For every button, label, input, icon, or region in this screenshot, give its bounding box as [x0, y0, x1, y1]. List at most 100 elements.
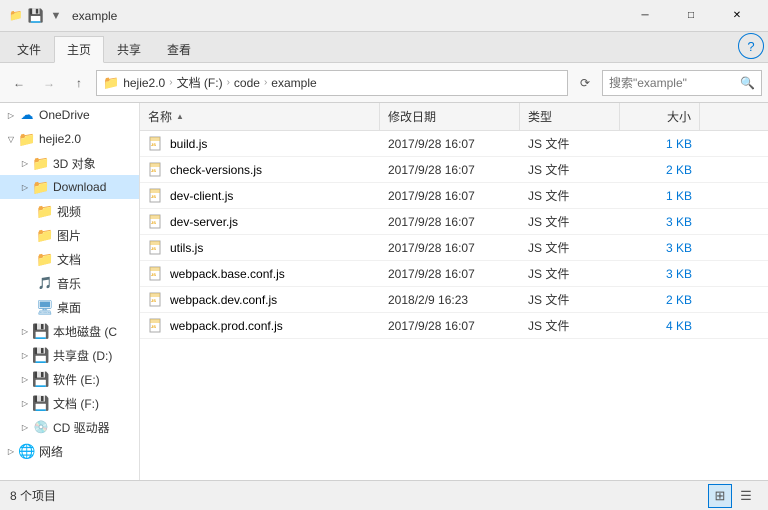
tab-view[interactable]: 查看: [154, 36, 204, 62]
filename-0: build.js: [170, 137, 207, 151]
shared-icon: 💾: [32, 346, 50, 364]
sidebar-label-localc: 本地磁盘 (C: [53, 323, 117, 340]
minimize-button[interactable]: ─: [622, 0, 668, 32]
sidebar-item-docsf[interactable]: ▷ 💾 文档 (F:): [0, 391, 139, 415]
address-part-docs[interactable]: 文档 (F:): [177, 74, 223, 91]
svg-text:JS: JS: [151, 298, 156, 303]
table-row[interactable]: JS webpack.prod.conf.js 2017/9/28 16:07 …: [140, 313, 768, 339]
table-row[interactable]: JS webpack.dev.conf.js 2018/2/9 16:23 JS…: [140, 287, 768, 313]
col-header-type[interactable]: 类型: [520, 103, 620, 130]
sidebar-label-shared: 共享盘 (D:): [53, 347, 112, 364]
sidebar-label-onedrive: OneDrive: [39, 108, 90, 122]
ribbon-tabs: 文件 主页 共享 查看 ?: [0, 32, 768, 62]
sidebar-item-music[interactable]: 🎵 音乐: [0, 271, 139, 295]
js-file-icon: JS: [148, 240, 164, 256]
sidebar-item-video[interactable]: 📁 视频: [0, 199, 139, 223]
js-file-icon: JS: [148, 318, 164, 334]
col-header-date[interactable]: 修改日期: [380, 103, 520, 130]
expand-cd[interactable]: ▷: [18, 420, 32, 434]
expand-hejie[interactable]: ▽: [4, 132, 18, 146]
expand-software[interactable]: ▷: [18, 372, 32, 386]
expand-localc[interactable]: ▷: [18, 324, 32, 338]
cell-type-2: JS 文件: [520, 183, 620, 208]
col-header-size[interactable]: 大小: [620, 103, 700, 130]
expand-onedrive[interactable]: ▷: [4, 108, 18, 122]
sidebar-item-hejie[interactable]: ▽ 📁 hejie2.0: [0, 127, 139, 151]
col-name-label: 名称: [148, 108, 172, 125]
onedrive-icon: ☁: [18, 106, 36, 124]
close-button[interactable]: ✕: [714, 0, 760, 32]
cell-name-1: JS check-versions.js: [140, 157, 380, 182]
table-row[interactable]: JS dev-server.js 2017/9/28 16:07 JS 文件 3…: [140, 209, 768, 235]
desktop-icon: 🖥: [36, 298, 54, 316]
table-row[interactable]: JS build.js 2017/9/28 16:07 JS 文件 1 KB: [140, 131, 768, 157]
cell-size-2: 1 KB: [620, 183, 700, 208]
search-icon: 🔍: [740, 76, 755, 90]
software-icon: 💾: [32, 370, 50, 388]
back-button[interactable]: ←: [6, 70, 32, 96]
svg-text:JS: JS: [151, 272, 156, 277]
col-header-name[interactable]: 名称 ▲: [140, 103, 380, 130]
file-rows-container: JS build.js 2017/9/28 16:07 JS 文件 1 KB J…: [140, 131, 768, 339]
view-list-button[interactable]: ☰: [734, 484, 758, 508]
sidebar-item-localc[interactable]: ▷ 💾 本地磁盘 (C: [0, 319, 139, 343]
svg-text:JS: JS: [151, 142, 156, 147]
cell-size-0: 1 KB: [620, 131, 700, 156]
tab-home[interactable]: 主页: [54, 36, 104, 63]
ribbon: 文件 主页 共享 查看 ?: [0, 32, 768, 63]
sidebar-label-docsf: 文档 (F:): [53, 395, 99, 412]
view-detail-button[interactable]: ⊞: [708, 484, 732, 508]
address-part-example[interactable]: example: [271, 76, 316, 90]
tab-file[interactable]: 文件: [4, 36, 54, 62]
help-button[interactable]: ?: [738, 33, 764, 59]
file-list-header: 名称 ▲ 修改日期 类型 大小: [140, 103, 768, 131]
cell-name-3: JS dev-server.js: [140, 209, 380, 234]
sidebar-item-3d[interactable]: ▷ 📁 3D 对象: [0, 151, 139, 175]
cell-date-3: 2017/9/28 16:07: [380, 209, 520, 234]
3d-icon: 📁: [32, 154, 50, 172]
sidebar-item-desktop[interactable]: 🖥 桌面: [0, 295, 139, 319]
cell-date-2: 2017/9/28 16:07: [380, 183, 520, 208]
maximize-button[interactable]: □: [668, 0, 714, 32]
sidebar-item-download[interactable]: ▷ 📁 Download: [0, 175, 139, 199]
docs-icon: 📁: [36, 250, 54, 268]
sidebar-item-pictures[interactable]: 📁 图片: [0, 223, 139, 247]
filename-2: dev-client.js: [170, 189, 233, 203]
sidebar-item-shared[interactable]: ▷ 💾 共享盘 (D:): [0, 343, 139, 367]
address-part-hejie[interactable]: hejie2.0: [123, 76, 165, 90]
expand-download[interactable]: ▷: [18, 180, 32, 194]
table-row[interactable]: JS webpack.base.conf.js 2017/9/28 16:07 …: [140, 261, 768, 287]
sidebar-label-network: 网络: [39, 443, 63, 460]
cell-date-6: 2018/2/9 16:23: [380, 287, 520, 312]
sidebar-item-software[interactable]: ▷ 💾 软件 (E:): [0, 367, 139, 391]
search-box[interactable]: 🔍: [602, 70, 762, 96]
tab-share[interactable]: 共享: [104, 36, 154, 62]
sidebar-item-cd[interactable]: ▷ 💿 CD 驱动器: [0, 415, 139, 439]
sidebar-item-onedrive[interactable]: ▷ ☁ OneDrive: [0, 103, 139, 127]
sidebar-item-network[interactable]: ▷ 🌐 网络: [0, 439, 139, 463]
cell-name-6: JS webpack.dev.conf.js: [140, 287, 380, 312]
table-row[interactable]: JS utils.js 2017/9/28 16:07 JS 文件 3 KB: [140, 235, 768, 261]
table-row[interactable]: JS dev-client.js 2017/9/28 16:07 JS 文件 1…: [140, 183, 768, 209]
expand-shared[interactable]: ▷: [18, 348, 32, 362]
search-input[interactable]: [609, 76, 736, 90]
js-file-icon: JS: [148, 188, 164, 204]
col-date-label: 修改日期: [388, 108, 436, 125]
js-file-icon: JS: [148, 162, 164, 178]
network-icon: 🌐: [18, 442, 36, 460]
forward-button[interactable]: →: [36, 70, 62, 96]
expand-3d[interactable]: ▷: [18, 156, 32, 170]
expand-docsf[interactable]: ▷: [18, 396, 32, 410]
sidebar-item-docs[interactable]: 📁 文档: [0, 247, 139, 271]
table-row[interactable]: JS check-versions.js 2017/9/28 16:07 JS …: [140, 157, 768, 183]
filename-3: dev-server.js: [170, 215, 238, 229]
expand-network[interactable]: ▷: [4, 444, 18, 458]
refresh-button[interactable]: ⟳: [572, 70, 598, 96]
cell-size-4: 3 KB: [620, 235, 700, 260]
address-box[interactable]: 📁 hejie2.0 › 文档 (F:) › code › example: [96, 70, 568, 96]
cell-date-5: 2017/9/28 16:07: [380, 261, 520, 286]
address-part-code[interactable]: code: [234, 76, 260, 90]
up-button[interactable]: ↑: [66, 70, 92, 96]
sidebar-label-video: 视频: [57, 203, 81, 220]
cell-size-7: 4 KB: [620, 313, 700, 338]
